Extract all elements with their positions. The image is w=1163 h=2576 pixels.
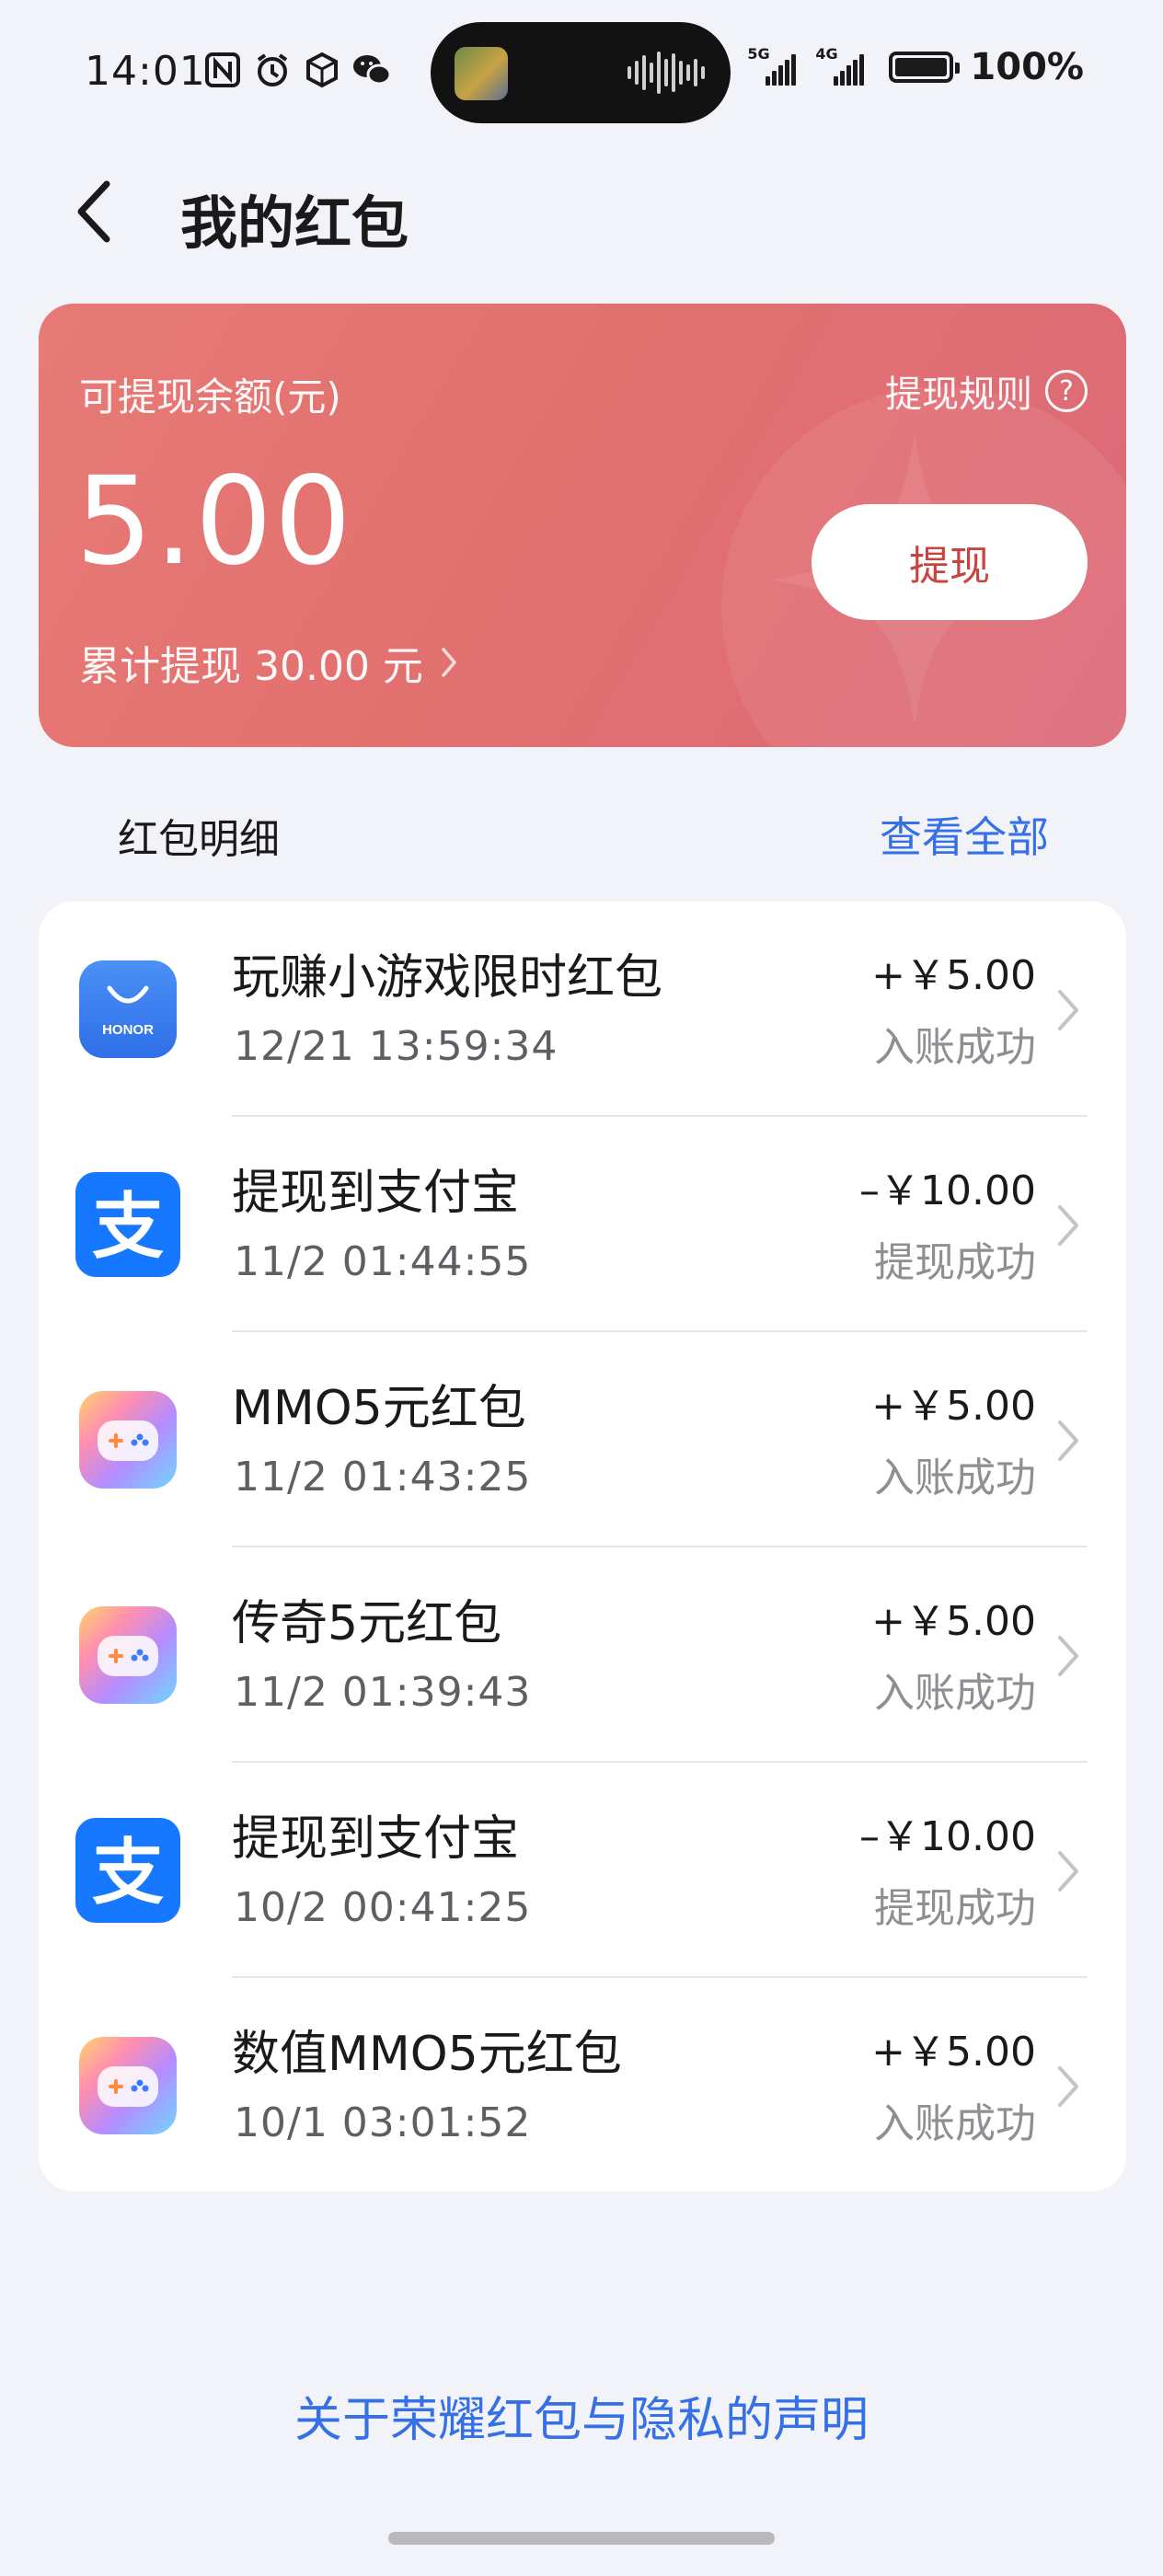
balance-amount: 5.00 bbox=[75, 451, 353, 592]
item-title: 提现到支付宝 bbox=[232, 1811, 520, 1867]
honor-app-icon: HONOR bbox=[79, 960, 177, 1058]
item-status: 提现成功 bbox=[874, 1239, 1036, 1286]
status-time: 14:01 bbox=[85, 48, 206, 95]
withdraw-button[interactable]: 提现 bbox=[812, 504, 1088, 620]
svg-text:支: 支 bbox=[92, 1832, 164, 1915]
box-icon bbox=[302, 50, 342, 90]
item-amount: –￥10.00 bbox=[859, 1813, 1036, 1860]
item-time: 11/2 01:39:43 bbox=[234, 1669, 532, 1716]
chevron-right-icon bbox=[1058, 990, 1078, 1030]
withdraw-rules-label: 提现规则 bbox=[885, 374, 1032, 416]
item-time: 10/1 03:01:52 bbox=[234, 2099, 532, 2146]
audio-wave-icon bbox=[628, 52, 705, 94]
signal-4g-label: 4G bbox=[815, 45, 838, 63]
item-title: 提现到支付宝 bbox=[232, 1166, 520, 1221]
chevron-right-icon bbox=[442, 648, 456, 677]
item-status: 入账成功 bbox=[874, 2100, 1036, 2147]
item-status: 入账成功 bbox=[874, 1024, 1036, 1071]
list-item[interactable]: MMO5元红包 11/2 01:43:25 +￥5.00 入账成功 bbox=[39, 1332, 1126, 1547]
list-item[interactable]: 传奇5元红包 11/2 01:39:43 +￥5.00 入账成功 bbox=[39, 1547, 1126, 1763]
privacy-statement-link[interactable]: 关于荣耀红包与隐私的声明 bbox=[0, 2381, 1163, 2450]
chevron-right-icon bbox=[1058, 1420, 1078, 1461]
alipay-icon: 支 bbox=[75, 1172, 180, 1277]
dynamic-island[interactable] bbox=[431, 22, 731, 123]
alarm-icon bbox=[252, 50, 293, 90]
wechat-icon bbox=[351, 50, 392, 90]
balance-label: 可提现余额(元) bbox=[79, 374, 341, 420]
list-item[interactable]: 支 提现到支付宝 11/2 01:44:55 –￥10.00 提现成功 bbox=[39, 1117, 1126, 1332]
item-amount: +￥5.00 bbox=[871, 952, 1036, 999]
item-time: 11/2 01:43:25 bbox=[234, 1454, 532, 1501]
list-item[interactable]: HONOR 玩赚小游戏限时红包 12/21 13:59:34 +￥5.00 入账… bbox=[39, 902, 1126, 1117]
game-center-icon bbox=[79, 1391, 177, 1489]
battery-icon bbox=[889, 52, 961, 83]
item-status: 提现成功 bbox=[874, 1885, 1036, 1932]
item-time: 11/2 01:44:55 bbox=[234, 1238, 532, 1285]
svg-text:HONOR: HONOR bbox=[102, 1022, 154, 1038]
item-time: 12/21 13:59:34 bbox=[234, 1023, 558, 1070]
item-amount: +￥5.00 bbox=[871, 2029, 1036, 2076]
chevron-right-icon bbox=[1058, 2066, 1078, 2107]
total-withdrawn-label: 累计提现 30.00 元 bbox=[79, 643, 423, 690]
game-center-icon bbox=[79, 2037, 177, 2134]
withdraw-rules-link[interactable]: 提现规则 ? bbox=[885, 364, 1088, 418]
media-thumbnail bbox=[455, 47, 508, 100]
signal-5g-icon: 5G bbox=[747, 45, 806, 86]
page-title: 我的红包 bbox=[180, 190, 409, 257]
alipay-icon: 支 bbox=[75, 1818, 180, 1923]
item-amount: +￥5.00 bbox=[871, 1598, 1036, 1645]
item-amount: –￥10.00 bbox=[859, 1167, 1036, 1214]
status-bar: 14:01 5G 4G 100% bbox=[0, 0, 1163, 147]
game-center-icon bbox=[79, 1606, 177, 1704]
item-status: 入账成功 bbox=[874, 1670, 1036, 1717]
signal-5g-label: 5G bbox=[747, 45, 770, 63]
svg-text:支: 支 bbox=[92, 1186, 164, 1269]
item-title: 传奇5元红包 bbox=[232, 1596, 502, 1651]
item-amount: +￥5.00 bbox=[871, 1383, 1036, 1430]
list-item[interactable]: 支 提现到支付宝 10/2 00:41:25 –￥10.00 提现成功 bbox=[39, 1763, 1126, 1978]
total-withdrawn-link[interactable]: 累计提现 30.00 元 bbox=[79, 633, 458, 692]
item-title: 玩赚小游戏限时红包 bbox=[232, 950, 663, 1006]
item-title: MMO5元红包 bbox=[232, 1381, 526, 1436]
item-status: 入账成功 bbox=[874, 1455, 1036, 1501]
details-list: HONOR 玩赚小游戏限时红包 12/21 13:59:34 +￥5.00 入账… bbox=[39, 902, 1126, 2191]
home-indicator[interactable] bbox=[388, 2532, 775, 2545]
signal-4g-icon: 4G bbox=[815, 45, 874, 86]
back-button[interactable] bbox=[74, 175, 129, 248]
view-all-link[interactable]: 查看全部 bbox=[880, 804, 1049, 865]
chevron-right-icon bbox=[1058, 1205, 1078, 1246]
status-icons-right: 5G 4G 100% bbox=[747, 45, 1084, 88]
item-title: 数值MMO5元红包 bbox=[232, 2027, 622, 2082]
balance-card: 可提现余额(元) 提现规则 ? 5.00 提现 累计提现 30.00 元 bbox=[39, 304, 1126, 747]
list-item[interactable]: 数值MMO5元红包 10/1 03:01:52 +￥5.00 入账成功 bbox=[39, 1978, 1126, 2191]
item-time: 10/2 00:41:25 bbox=[234, 1884, 532, 1931]
chevron-right-icon bbox=[1058, 1636, 1078, 1676]
chevron-left-icon bbox=[77, 180, 110, 243]
nfc-icon bbox=[202, 50, 243, 90]
question-circle-icon: ? bbox=[1045, 370, 1088, 412]
details-section-title: 红包明细 bbox=[118, 816, 280, 863]
chevron-right-icon bbox=[1058, 1851, 1078, 1892]
battery-percent: 100% bbox=[970, 46, 1084, 88]
status-icons-left bbox=[202, 50, 392, 90]
